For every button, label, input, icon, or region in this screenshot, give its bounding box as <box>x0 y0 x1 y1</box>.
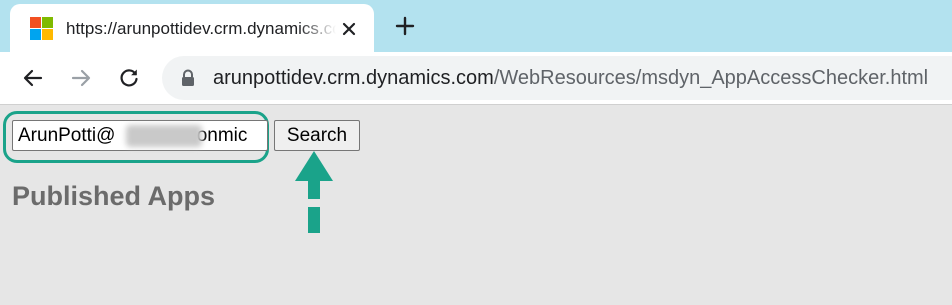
reload-icon[interactable] <box>116 65 142 91</box>
annotation-arrow <box>295 151 333 233</box>
address-url[interactable]: arunpottidev.crm.dynamics.com/WebResourc… <box>213 67 928 90</box>
arrow-right-icon[interactable] <box>68 65 94 91</box>
page-content: Search Published Apps <box>0 105 952 305</box>
arrow-left-icon[interactable] <box>20 65 46 91</box>
address-bar[interactable]: arunpottidev.crm.dynamics.com/WebResourc… <box>162 56 952 100</box>
url-path: /WebResources/msdyn_AppAccessChecker.htm… <box>493 67 929 89</box>
tab-strip: https://arunpottidev.crm.dynamics.com/We… <box>0 0 952 52</box>
search-button[interactable]: Search <box>274 120 360 151</box>
plus-icon[interactable] <box>392 13 418 39</box>
redacted-text <box>126 125 202 147</box>
tab-title: https://arunpottidev.crm.dynamics.com/We… <box>66 19 336 38</box>
microsoft-logo-icon <box>30 17 53 40</box>
close-icon[interactable] <box>338 18 360 40</box>
browser-toolbar: arunpottidev.crm.dynamics.com/WebResourc… <box>0 52 952 104</box>
url-host: arunpottidev.crm.dynamics.com <box>213 67 494 89</box>
published-apps-heading: Published Apps <box>12 181 216 211</box>
lock-icon[interactable] <box>178 68 198 88</box>
browser-tab[interactable]: https://arunpottidev.crm.dynamics.com/We… <box>10 4 374 52</box>
